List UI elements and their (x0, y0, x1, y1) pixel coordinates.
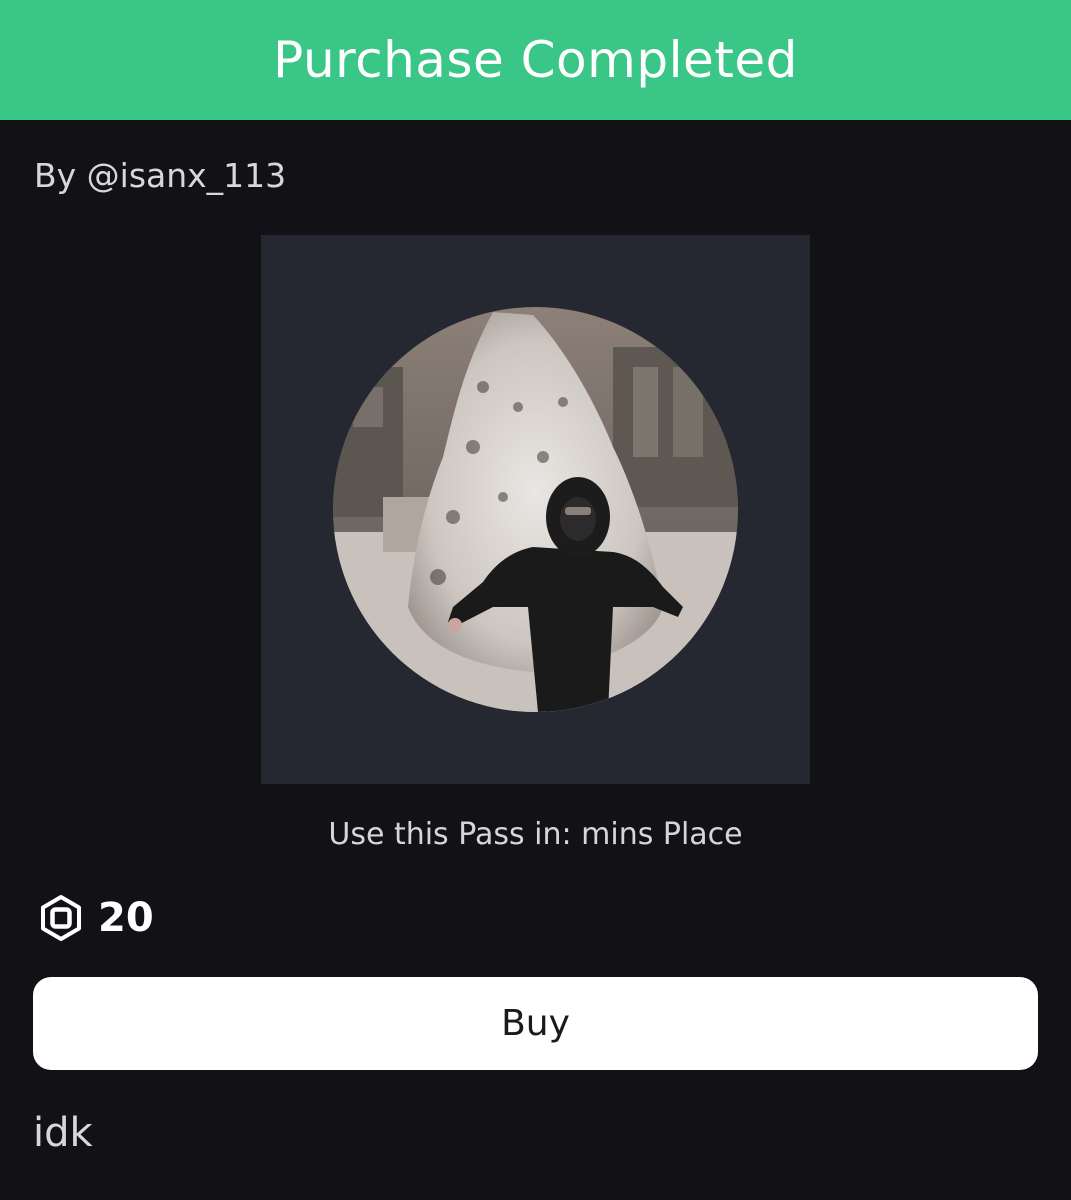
banner-title: Purchase Completed (273, 31, 798, 89)
pass-description: idk (33, 1110, 93, 1156)
price-value: 20 (98, 895, 154, 941)
robux-icon (38, 894, 84, 942)
pass-thumbnail-image (333, 307, 738, 712)
use-pass-place[interactable]: Use this Pass in: mins Place (0, 817, 1071, 852)
buy-button[interactable]: Buy (33, 977, 1038, 1070)
price-row: 20 (38, 890, 154, 946)
pass-thumbnail (261, 235, 810, 784)
purchase-completed-banner: Purchase Completed (0, 0, 1071, 120)
creator-label[interactable]: By @isanx_113 (34, 156, 286, 195)
